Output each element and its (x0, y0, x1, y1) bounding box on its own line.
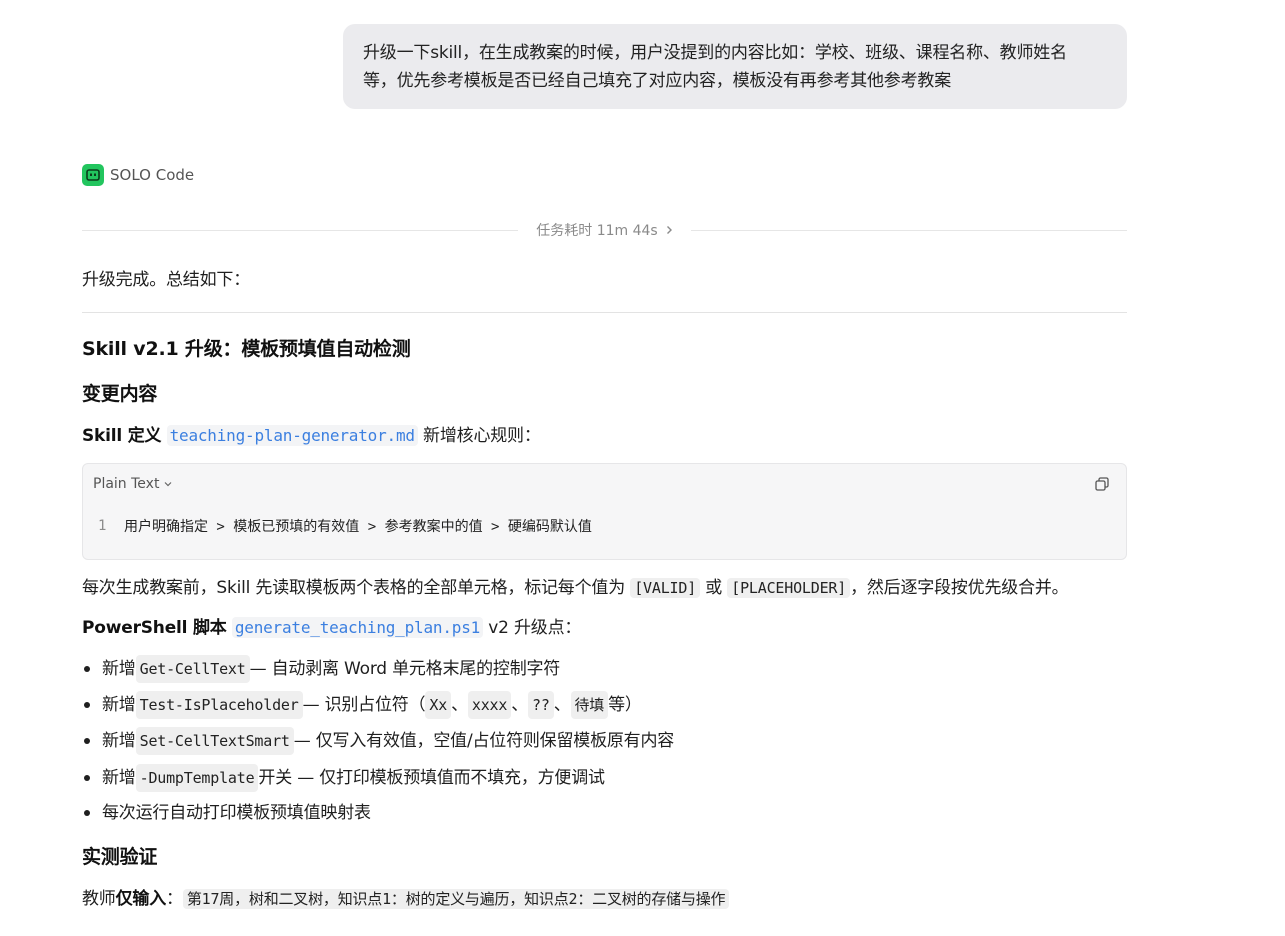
tag-placeholder: [PLACEHOLDER] (727, 578, 851, 598)
teacher-input-bold: 仅输入 (115, 889, 167, 909)
skill-prefix-bold: 定义 (127, 426, 162, 446)
list-item-text: 等） (608, 695, 642, 715)
bullet-dot (84, 810, 90, 816)
desc-part-a: 每次生成教案前，Skill 先读取模板两个表格的全部单元格，标记每个值为 (82, 578, 631, 598)
skill-file-link[interactable]: teaching-plan-generator.md (166, 425, 418, 446)
assistant-name: SOLO Code (110, 166, 195, 184)
powershell-suffix: v2 升级点： (483, 618, 582, 638)
bullet-dot (84, 666, 90, 672)
teacher-input-pre: 教师 (82, 889, 116, 909)
user-message-bubble: 升级一下skill，在生成教案的时候，用户没提到的内容比如：学校、班级、课程名称… (343, 24, 1127, 109)
section-heading-verify: 实测验证 (82, 846, 158, 868)
copy-icon[interactable] (1094, 476, 1112, 494)
powershell-file-link[interactable]: generate_teaching_plan.ps1 (231, 617, 484, 638)
section-heading-changes: 变更内容 (82, 383, 158, 405)
bullet-dot (84, 702, 90, 708)
inline-code: Set-CellTextSmart (135, 727, 294, 755)
list-item-text: — 识别占位符（ (302, 695, 426, 715)
description-line: 每次生成教案前，Skill 先读取模板两个表格的全部单元格，标记每个值为 [VA… (82, 575, 1069, 601)
list-item-text: 新增 (102, 731, 136, 751)
task-duration-toggle[interactable]: 任务耗时 11m 44s (518, 220, 690, 240)
chevron-down-icon (165, 482, 172, 487)
inline-code: Test-IsPlaceholder (135, 691, 303, 719)
task-duration-divider: 任务耗时 11m 44s (82, 219, 1127, 241)
inline-code: Get-CellText (135, 655, 250, 683)
code-line: 1 用户明确指定 > 模板已预填的有效值 > 参考教案中的值 > 硬编码默认值 (98, 516, 592, 536)
code-line-number: 1 (98, 518, 107, 534)
robot-icon (82, 164, 104, 186)
inline-code: ?? (528, 691, 554, 719)
reply-intro: 升级完成。总结如下： (82, 270, 250, 290)
assistant-header: SOLO Code (82, 163, 194, 187)
teacher-input-colon: ： (166, 889, 183, 909)
desc-part-c: ，然后逐字段按优先级合并。 (850, 578, 1069, 598)
chat-page: 升级一下skill，在生成教案的时候，用户没提到的内容比如：学校、班级、课程名称… (0, 0, 1285, 936)
list-item-text: — 自动剥离 Word 单元格末尾的控制字符 (249, 659, 561, 679)
separator: 、 (451, 695, 468, 715)
list-item-text: 新增 (102, 768, 136, 788)
divider-left (82, 229, 519, 231)
list-item: 新增 Set-CellTextSmart — 仅写入有效值，空值/占位符则保留模… (82, 727, 674, 755)
teacher-input-code: 第17周，树和二叉树，知识点1：树的定义与遍历，知识点2：二叉树的存储与操作 (182, 889, 730, 909)
list-item-text: 新增 (102, 659, 136, 679)
bullet-dot (84, 738, 90, 744)
chevron-right-icon (666, 226, 672, 234)
skill-definition-line: Skill 定义 teaching-plan-generator.md 新增核心… (82, 423, 541, 449)
code-line-text: 用户明确指定 > 模板已预填的有效值 > 参考教案中的值 > 硬编码默认值 (124, 519, 592, 535)
skill-prefix: Skill (82, 426, 128, 446)
separator: 、 (511, 695, 529, 715)
list-item: 每次运行自动打印模板预填值映射表 (82, 800, 371, 826)
list-item: 新增 Get-CellText — 自动剥离 Word 单元格末尾的控制字符 (82, 655, 560, 683)
code-block: Plain Text 1 用户明确指定 > 模板已预填的有效值 > 参考教案中的… (82, 463, 1127, 560)
powershell-prefix: PowerShell 脚本 (82, 618, 227, 638)
list-item: 新增 -DumpTemplate 开关 — 仅打印模板预填值而不填充，方便调试 (82, 764, 605, 792)
list-item-text: 开关 — 仅打印模板预填值而不填充，方便调试 (258, 768, 605, 788)
bullet-dot (84, 775, 90, 781)
reply-divider (82, 312, 1127, 313)
code-language-select[interactable]: Plain Text (93, 476, 172, 492)
list-item-text: 每次运行自动打印模板预填值映射表 (102, 803, 371, 823)
inline-code: -DumpTemplate (135, 764, 259, 792)
inline-code: 待填 (570, 691, 609, 719)
skill-def-suffix: 新增核心规则： (417, 426, 541, 446)
task-duration-text: 任务耗时 11m 44s (536, 223, 658, 239)
divider-right (690, 229, 1127, 231)
list-item: 新增 Test-IsPlaceholder — 识别占位符（ Xx、 xxxx、??… (82, 691, 642, 719)
list-item-text: 新增 (102, 695, 136, 715)
user-message-line-1: 升级一下skill，在生成教案的时候，用户没提到的内容比如：学校、班级、课程名称… (363, 43, 1067, 63)
tag-valid: [VALID] (630, 578, 701, 598)
separator: 、 (553, 695, 571, 715)
teacher-input-line: 教师仅输入： 第17周，树和二叉树，知识点1：树的定义与遍历，知识点2：二叉树的存… (82, 886, 730, 912)
inline-code: Xx (425, 691, 452, 719)
reply-title: Skill v2.1 升级：模板预填值自动检测 (82, 338, 411, 360)
powershell-line: PowerShell 脚本 generate_teaching_plan.ps1… (82, 615, 581, 641)
list-item-text: — 仅写入有效值，空值/占位符则保留模板原有内容 (293, 731, 675, 751)
inline-code: xxxx (467, 691, 512, 719)
code-language-label: Plain Text (93, 476, 160, 492)
desc-part-b: 或 (700, 578, 728, 598)
user-message-line-2: 等，优先参考模板是否已经自己填充了对应内容，模板没有再参考其他参考教案 (363, 71, 951, 91)
